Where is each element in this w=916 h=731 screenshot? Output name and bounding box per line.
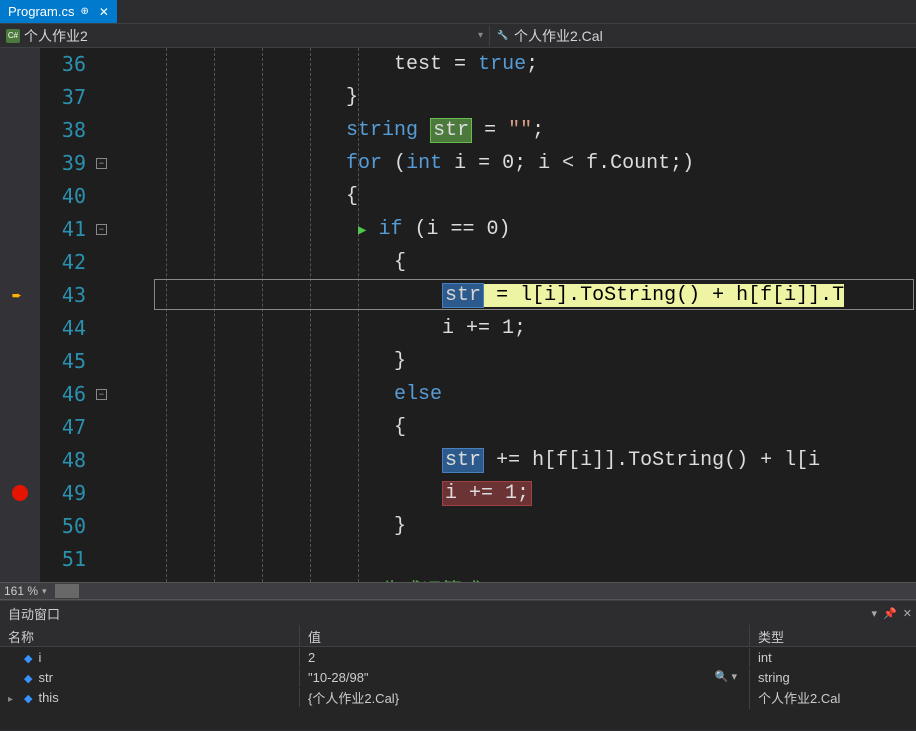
code-line[interactable]: str = l[i].ToString() + h[f[i]].T bbox=[154, 279, 916, 312]
navigation-bar: C# 个人作业2 ▾ 🔧 个人作业2.Cal bbox=[0, 24, 916, 48]
file-tab[interactable]: Program.cs ⊕ ✕ bbox=[0, 0, 117, 23]
header-name[interactable]: 名称 bbox=[0, 625, 300, 646]
zoom-scroll-bar: 161 % ▾ bbox=[0, 582, 916, 600]
line-number: 49 bbox=[40, 477, 86, 510]
autos-panel: 自动窗口 ▾ 📌 ✕ 名称 值 类型 ◆ i 2 int ◆ str "10-28/98" 🔍… bbox=[0, 600, 916, 730]
code-line[interactable]: } bbox=[154, 510, 916, 543]
var-value: "10-28/98" bbox=[308, 670, 369, 685]
autos-header[interactable]: 自动窗口 ▾ 📌 ✕ bbox=[0, 601, 916, 625]
line-number: 46 bbox=[40, 378, 86, 411]
line-number: 42 bbox=[40, 246, 86, 279]
code-line[interactable]: str += h[f[i]].ToString() + l[i bbox=[154, 444, 916, 477]
autos-body: ◆ i 2 int ◆ str "10-28/98" 🔍 ▾ string ▸ ◆ this {个人作业… bbox=[0, 647, 916, 707]
glyph-margin[interactable]: ➨ bbox=[0, 48, 40, 582]
line-number: 48 bbox=[40, 444, 86, 477]
var-type: int bbox=[750, 648, 916, 667]
autos-row[interactable]: ◆ str "10-28/98" 🔍 ▾ string bbox=[0, 667, 916, 687]
line-number: 40 bbox=[40, 180, 86, 213]
code-content[interactable]: 已用时间 <= 1ms test = true; } string str = … bbox=[154, 48, 916, 582]
line-number: 36 bbox=[40, 48, 86, 81]
code-editor[interactable]: ➨ 3637383940414243444546474849505152 −−−… bbox=[0, 48, 916, 582]
code-line[interactable] bbox=[154, 543, 916, 576]
close-icon[interactable]: ✕ bbox=[903, 607, 912, 620]
code-line[interactable]: } bbox=[154, 81, 916, 114]
nav-member-label: 个人作业2.Cal bbox=[514, 26, 603, 46]
header-type[interactable]: 类型 bbox=[750, 625, 916, 646]
autos-row[interactable]: ▸ ◆ this {个人作业2.Cal} 个人作业2.Cal bbox=[0, 687, 916, 707]
nav-member-dropdown[interactable]: 🔧 个人作业2.Cal bbox=[490, 26, 609, 46]
expand-icon[interactable]: ▸ bbox=[8, 694, 20, 705]
variable-icon: ◆ bbox=[24, 693, 32, 705]
chevron-down-icon: ▾ bbox=[478, 30, 483, 41]
line-number-gutter: 3637383940414243444546474849505152 bbox=[40, 48, 94, 582]
pin-icon[interactable]: ⊕ bbox=[80, 6, 88, 17]
code-line[interactable]: } bbox=[154, 345, 916, 378]
variable-icon: ◆ bbox=[24, 653, 32, 665]
horizontal-scrollbar[interactable] bbox=[55, 584, 912, 598]
var-value: {个人作业2.Cal} bbox=[308, 688, 399, 707]
code-line[interactable]: }//生成运算式 bbox=[154, 576, 916, 582]
line-number: 38 bbox=[40, 114, 86, 147]
chevron-down-icon: ▾ bbox=[42, 586, 47, 597]
autos-row[interactable]: ◆ i 2 int bbox=[0, 647, 916, 667]
code-line[interactable]: { bbox=[154, 180, 916, 213]
var-name: str bbox=[38, 670, 52, 685]
line-number: 52 bbox=[40, 576, 86, 582]
var-type: string bbox=[750, 668, 916, 687]
nav-scope-dropdown[interactable]: C# 个人作业2 ▾ bbox=[0, 26, 490, 46]
line-number: 43 bbox=[40, 279, 86, 312]
close-icon[interactable]: ✕ bbox=[99, 5, 109, 19]
var-type: 个人作业2.Cal bbox=[750, 686, 916, 709]
breakpoint-icon[interactable] bbox=[12, 485, 28, 501]
csharp-icon: C# bbox=[6, 29, 20, 43]
fold-toggle[interactable]: − bbox=[96, 224, 107, 235]
fold-toggle[interactable]: − bbox=[96, 389, 107, 400]
var-name: this bbox=[38, 690, 58, 705]
code-line[interactable]: i += 1; bbox=[154, 477, 916, 510]
wrench-icon: 🔧 bbox=[496, 29, 510, 43]
code-line[interactable]: ▶ if (i == 0) bbox=[154, 213, 916, 246]
variable-icon: ◆ bbox=[24, 673, 32, 685]
autos-title: 自动窗口 bbox=[8, 604, 60, 623]
pin-icon[interactable]: 📌 bbox=[883, 607, 897, 620]
magnifier-icon[interactable]: 🔍 ▾ bbox=[715, 670, 737, 685]
scrollbar-thumb[interactable] bbox=[55, 584, 79, 598]
line-number: 45 bbox=[40, 345, 86, 378]
zoom-value: 161 % bbox=[4, 584, 38, 598]
code-line[interactable]: { bbox=[154, 246, 916, 279]
code-line[interactable]: { bbox=[154, 411, 916, 444]
header-value[interactable]: 值 bbox=[300, 625, 750, 646]
line-number: 41 bbox=[40, 213, 86, 246]
nav-scope-label: 个人作业2 bbox=[24, 26, 88, 46]
tab-filename: Program.cs bbox=[8, 4, 74, 19]
code-line[interactable]: string str = ""; bbox=[154, 114, 916, 147]
fold-gutter[interactable]: − − − bbox=[94, 48, 154, 582]
line-number: 47 bbox=[40, 411, 86, 444]
var-value: 2 bbox=[308, 650, 315, 665]
code-line[interactable]: else bbox=[154, 378, 916, 411]
tab-bar: Program.cs ⊕ ✕ bbox=[0, 0, 916, 24]
line-number: 44 bbox=[40, 312, 86, 345]
code-line[interactable]: i += 1; bbox=[154, 312, 916, 345]
dropdown-icon[interactable]: ▾ bbox=[872, 607, 878, 620]
line-number: 39 bbox=[40, 147, 86, 180]
zoom-dropdown[interactable]: 161 % ▾ bbox=[4, 584, 47, 598]
line-number: 37 bbox=[40, 81, 86, 114]
line-number: 51 bbox=[40, 543, 86, 576]
fold-toggle[interactable]: − bbox=[96, 158, 107, 169]
code-line[interactable]: test = true; bbox=[154, 48, 916, 81]
autos-table-header: 名称 值 类型 bbox=[0, 625, 916, 647]
line-number: 50 bbox=[40, 510, 86, 543]
var-name: i bbox=[38, 650, 41, 665]
code-line[interactable]: for (int i = 0; i < f.Count;) bbox=[154, 147, 916, 180]
execution-arrow-icon: ➨ bbox=[12, 286, 22, 306]
